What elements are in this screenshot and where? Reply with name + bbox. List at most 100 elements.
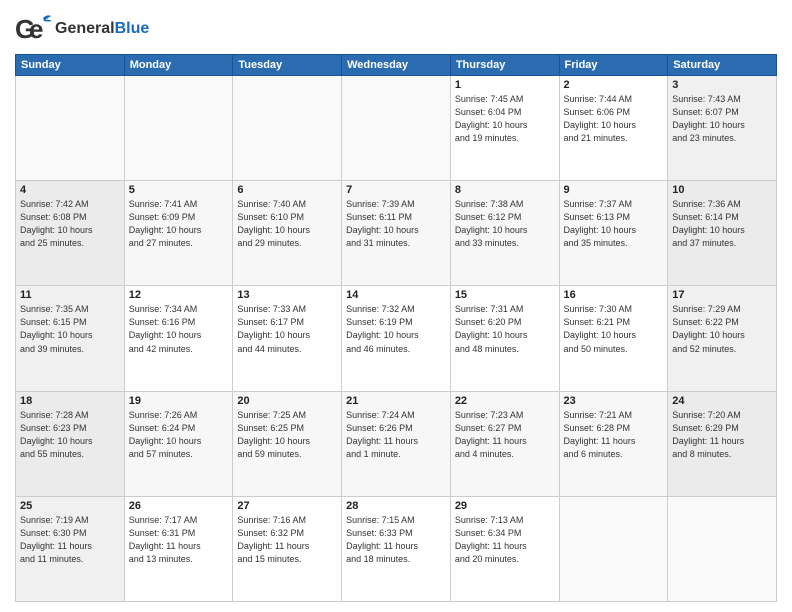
day-number: 15: [455, 289, 555, 301]
day-info: Sunrise: 7:15 AM Sunset: 6:33 PM Dayligh…: [346, 514, 446, 566]
day-info: Sunrise: 7:24 AM Sunset: 6:26 PM Dayligh…: [346, 409, 446, 461]
header-thursday: Thursday: [450, 55, 559, 76]
day-number: 14: [346, 289, 446, 301]
calendar-cell: 7 Sunrise: 7:39 AM Sunset: 6:11 PM Daylig…: [342, 181, 451, 286]
day-number: 28: [346, 500, 446, 512]
day-info: Sunrise: 7:36 AM Sunset: 6:14 PM Dayligh…: [672, 198, 772, 250]
day-number: 29: [455, 500, 555, 512]
calendar-cell: 18Sunrise: 7:28 AM Sunset: 6:23 PM Dayli…: [16, 391, 125, 496]
calendar-cell: 5 Sunrise: 7:41 AM Sunset: 6:09 PM Daylig…: [124, 181, 233, 286]
day-number: 9: [564, 184, 664, 196]
day-number: 23: [564, 395, 664, 407]
calendar-cell: [342, 76, 451, 181]
day-info: Sunrise: 7:23 AM Sunset: 6:27 PM Dayligh…: [455, 409, 555, 461]
calendar-cell: 1 Sunrise: 7:45 AM Sunset: 6:04 PM Daylig…: [450, 76, 559, 181]
calendar-table: Sunday Monday Tuesday Wednesday Thursday…: [15, 54, 777, 602]
day-info: Sunrise: 7:31 AM Sunset: 6:20 PM Dayligh…: [455, 303, 555, 355]
day-number: 25: [20, 500, 120, 512]
day-number: 24: [672, 395, 772, 407]
calendar-cell: 29 Sunrise: 7:13 AM Sunset: 6:34 PM Dayli…: [450, 496, 559, 601]
calendar-cell: 9 Sunrise: 7:37 AM Sunset: 6:13 PM Daylig…: [559, 181, 668, 286]
day-number: 6: [237, 184, 337, 196]
header-saturday: Saturday: [668, 55, 777, 76]
calendar-cell: 17 Sunrise: 7:29 AM Sunset: 6:22 PM Dayli…: [668, 286, 777, 391]
day-number: 4: [20, 184, 120, 196]
day-number: 7: [346, 184, 446, 196]
day-info: Sunrise: 7:37 AM Sunset: 6:13 PM Dayligh…: [564, 198, 664, 250]
day-info: Sunrise: 7:41 AM Sunset: 6:09 PM Dayligh…: [129, 198, 229, 250]
day-number: 27: [237, 500, 337, 512]
calendar-cell: 12 Sunrise: 7:34 AM Sunset: 6:16 PM Dayli…: [124, 286, 233, 391]
calendar-week-3: 11 Sunrise: 7:35 AM Sunset: 6:15 PM Dayli…: [16, 286, 777, 391]
day-info: Sunrise: 7:32 AM Sunset: 6:19 PM Dayligh…: [346, 303, 446, 355]
day-info: Sunrise: 7:43 AM Sunset: 6:07 PM Dayligh…: [672, 93, 772, 145]
day-info: Sunrise: 7:20 AM Sunset: 6:29 PM Dayligh…: [672, 409, 772, 461]
day-info: Sunrise: 7:35 AM Sunset: 6:15 PM Dayligh…: [20, 303, 120, 355]
calendar-cell: 10 Sunrise: 7:36 AM Sunset: 6:14 PM Dayli…: [668, 181, 777, 286]
day-info: Sunrise: 7:17 AM Sunset: 6:31 PM Dayligh…: [129, 514, 229, 566]
calendar-cell: 6 Sunrise: 7:40 AM Sunset: 6:10 PM Daylig…: [233, 181, 342, 286]
day-info: Sunrise: 7:26 AM Sunset: 6:24 PM Dayligh…: [129, 409, 229, 461]
calendar-header-row: Sunday Monday Tuesday Wednesday Thursday…: [16, 55, 777, 76]
day-number: 16: [564, 289, 664, 301]
calendar-cell: 3 Sunrise: 7:43 AM Sunset: 6:07 PM Daylig…: [668, 76, 777, 181]
page: G e GeneralBlue Sunday Monday: [0, 0, 792, 612]
day-info: Sunrise: 7:25 AM Sunset: 6:25 PM Dayligh…: [237, 409, 337, 461]
calendar-cell: 25 Sunrise: 7:19 AM Sunset: 6:30 PM Dayli…: [16, 496, 125, 601]
day-number: 22: [455, 395, 555, 407]
day-number: 10: [672, 184, 772, 196]
calendar-cell: 24 Sunrise: 7:20 AM Sunset: 6:29 PM Dayli…: [668, 391, 777, 496]
day-number: 11: [20, 289, 120, 301]
day-info: Sunrise: 7:38 AM Sunset: 6:12 PM Dayligh…: [455, 198, 555, 250]
logo-general: General: [55, 20, 115, 37]
calendar-cell: [16, 76, 125, 181]
header-friday: Friday: [559, 55, 668, 76]
calendar-cell: 27 Sunrise: 7:16 AM Sunset: 6:32 PM Dayli…: [233, 496, 342, 601]
calendar-cell: 16Sunrise: 7:30 AM Sunset: 6:21 PM Dayli…: [559, 286, 668, 391]
calendar-cell: 8 Sunrise: 7:38 AM Sunset: 6:12 PM Daylig…: [450, 181, 559, 286]
logo-blue: Blue: [115, 20, 150, 37]
day-number: 20: [237, 395, 337, 407]
day-info: Sunrise: 7:33 AM Sunset: 6:17 PM Dayligh…: [237, 303, 337, 355]
day-info: Sunrise: 7:45 AM Sunset: 6:04 PM Dayligh…: [455, 93, 555, 145]
header-monday: Monday: [124, 55, 233, 76]
day-number: 3: [672, 79, 772, 91]
calendar-cell: 22 Sunrise: 7:23 AM Sunset: 6:27 PM Dayli…: [450, 391, 559, 496]
calendar-cell: 15 Sunrise: 7:31 AM Sunset: 6:20 PM Dayli…: [450, 286, 559, 391]
calendar-cell: 21 Sunrise: 7:24 AM Sunset: 6:26 PM Dayli…: [342, 391, 451, 496]
day-number: 12: [129, 289, 229, 301]
calendar-cell: 11 Sunrise: 7:35 AM Sunset: 6:15 PM Dayli…: [16, 286, 125, 391]
day-info: Sunrise: 7:44 AM Sunset: 6:06 PM Dayligh…: [564, 93, 664, 145]
day-number: 2: [564, 79, 664, 91]
calendar-week-1: 1 Sunrise: 7:45 AM Sunset: 6:04 PM Daylig…: [16, 76, 777, 181]
calendar-cell: 19 Sunrise: 7:26 AM Sunset: 6:24 PM Dayli…: [124, 391, 233, 496]
day-info: Sunrise: 7:42 AM Sunset: 6:08 PM Dayligh…: [20, 198, 120, 250]
calendar-cell: 26Sunrise: 7:17 AM Sunset: 6:31 PM Dayli…: [124, 496, 233, 601]
calendar-cell: [124, 76, 233, 181]
day-info: Sunrise: 7:34 AM Sunset: 6:16 PM Dayligh…: [129, 303, 229, 355]
day-number: 5: [129, 184, 229, 196]
calendar-week-4: 18Sunrise: 7:28 AM Sunset: 6:23 PM Dayli…: [16, 391, 777, 496]
header-tuesday: Tuesday: [233, 55, 342, 76]
day-number: 13: [237, 289, 337, 301]
calendar-cell: 13 Sunrise: 7:33 AM Sunset: 6:17 PM Dayli…: [233, 286, 342, 391]
day-info: Sunrise: 7:19 AM Sunset: 6:30 PM Dayligh…: [20, 514, 120, 566]
day-number: 21: [346, 395, 446, 407]
header-sunday: Sunday: [16, 55, 125, 76]
svg-text:e: e: [29, 14, 43, 44]
day-info: Sunrise: 7:28 AM Sunset: 6:23 PM Dayligh…: [20, 409, 120, 461]
day-number: 8: [455, 184, 555, 196]
day-number: 19: [129, 395, 229, 407]
day-number: 17: [672, 289, 772, 301]
day-number: 1: [455, 79, 555, 91]
day-info: Sunrise: 7:29 AM Sunset: 6:22 PM Dayligh…: [672, 303, 772, 355]
calendar-cell: 23 Sunrise: 7:21 AM Sunset: 6:28 PM Dayli…: [559, 391, 668, 496]
day-info: Sunrise: 7:39 AM Sunset: 6:11 PM Dayligh…: [346, 198, 446, 250]
header: G e GeneralBlue: [15, 10, 777, 48]
calendar-cell: 2 Sunrise: 7:44 AM Sunset: 6:06 PM Daylig…: [559, 76, 668, 181]
day-info: Sunrise: 7:16 AM Sunset: 6:32 PM Dayligh…: [237, 514, 337, 566]
logo: G e GeneralBlue: [15, 10, 149, 48]
day-info: Sunrise: 7:40 AM Sunset: 6:10 PM Dayligh…: [237, 198, 337, 250]
day-info: Sunrise: 7:13 AM Sunset: 6:34 PM Dayligh…: [455, 514, 555, 566]
day-info: Sunrise: 7:21 AM Sunset: 6:28 PM Dayligh…: [564, 409, 664, 461]
